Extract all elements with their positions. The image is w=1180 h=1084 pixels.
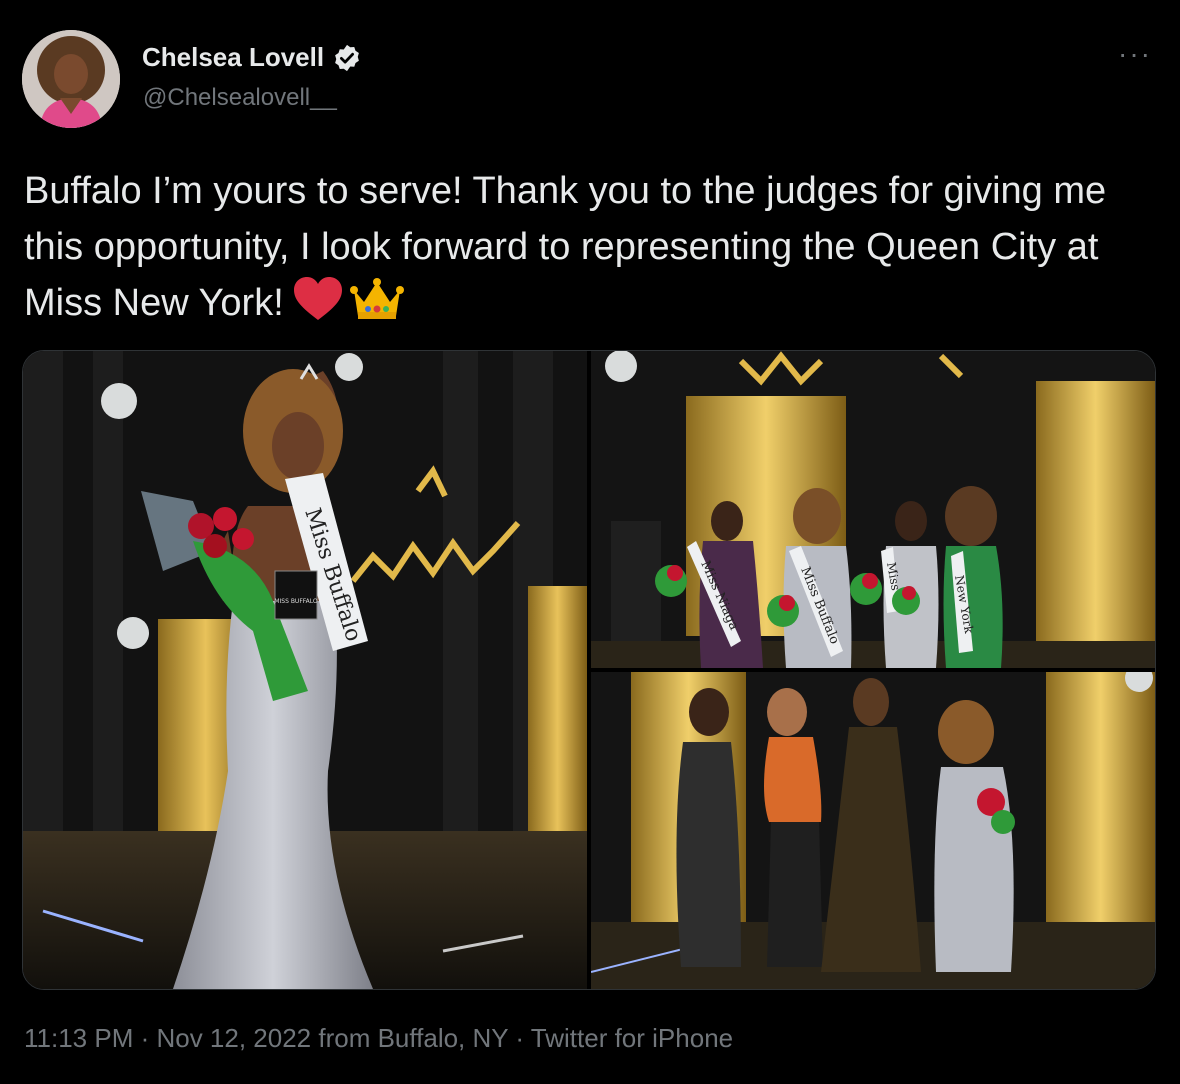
red-heart-emoji-icon [293,277,342,320]
tweet-text: Buffalo I’m yours to serve! Thank you to… [24,163,1154,331]
crown-emoji-icon [349,278,404,319]
tweet-body: Buffalo I’m yours to serve! Thank you to… [24,170,1117,324]
photo-crowning[interactable] [591,672,1155,989]
avatar[interactable] [22,30,120,128]
photo-group[interactable]: Miss Niaga Miss Buffalo Miss New York [591,351,1155,668]
tweet-time[interactable]: 11:13 PM [24,1023,133,1053]
verified-badge-icon [335,44,359,71]
more-options-icon[interactable]: ··· [1118,38,1152,70]
media-grid: Miss Buffalo MISS BUFFALO Miss Niaga Mis… [22,350,1156,990]
author-name-text[interactable]: Chelsea Lovell [142,42,324,73]
tweet-date-location[interactable]: Nov 12, 2022 from Buffalo, NY [156,1023,508,1053]
meta-separator: · [508,1023,531,1053]
author-handle[interactable]: @Chelsealovell__ [143,84,337,112]
meta-separator: · [133,1023,157,1053]
author-name[interactable]: Chelsea Lovell [142,42,362,73]
tweet-source: Twitter for iPhone [530,1023,734,1053]
tweet-meta: 11:13 PM · Nov 12, 2022 from Buffalo, NY… [24,1023,733,1054]
profile-photo-icon [22,30,120,128]
award-plaque-text: MISS BUFFALO [274,598,318,605]
photo-winner[interactable]: Miss Buffalo MISS BUFFALO [23,351,587,989]
